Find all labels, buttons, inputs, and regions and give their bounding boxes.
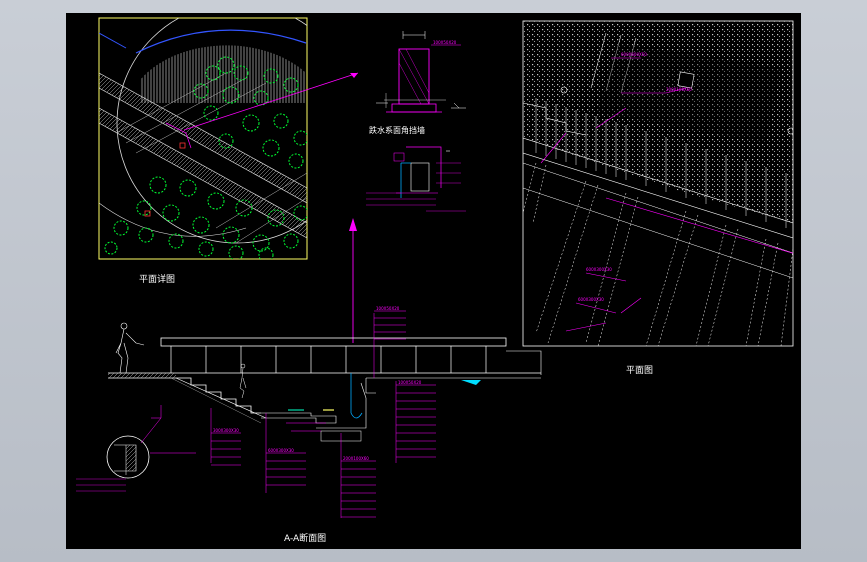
plan-view: 600X600X50 200X100X60 600X300X30 600X300… xyxy=(522,20,794,347)
section-annotations xyxy=(151,310,436,518)
detail-callout-circle xyxy=(76,417,196,492)
cad-drawing-sheet: 100X50X20 600X600X50 200X100X60 600X300X… xyxy=(66,13,801,549)
wall-detail-title: 跌水系面角挡墙 xyxy=(369,126,425,135)
section-view: 100X50X20 100X50X20 300X300X30 600X300X3… xyxy=(76,306,542,518)
wall-detail: 100X50X20 xyxy=(376,31,466,113)
svg-text:200X100X60: 200X100X60 xyxy=(666,87,692,92)
svg-text:100X50X20: 100X50X20 xyxy=(398,380,422,385)
edge-detail-callout xyxy=(366,146,466,212)
human-figure xyxy=(115,322,145,374)
svg-text:100X50X20: 100X50X20 xyxy=(376,306,400,311)
section-aa-title: A-A断面图 xyxy=(284,534,327,544)
drawing-canvas: 100X50X20 600X600X50 200X100X60 600X300X… xyxy=(76,17,794,518)
stairs xyxy=(176,377,261,414)
svg-text:100X50X20: 100X50X20 xyxy=(433,40,457,45)
svg-text:600X600X50: 600X600X50 xyxy=(621,52,647,57)
svg-text:200X100X60: 200X100X60 xyxy=(343,456,369,461)
svg-text:600X300X30: 600X300X30 xyxy=(578,297,604,302)
plan-detail-view xyxy=(98,17,308,260)
canopy-roof xyxy=(160,337,507,347)
svg-text:600X300X30: 600X300X30 xyxy=(586,267,612,272)
plan-detail-title: 平面详图 xyxy=(139,275,176,285)
water-surface xyxy=(461,380,481,385)
plan-title: 平面图 xyxy=(626,366,654,376)
svg-text:300X300X30: 300X300X30 xyxy=(213,428,239,433)
svg-text:600X300X30: 600X300X30 xyxy=(268,448,294,453)
